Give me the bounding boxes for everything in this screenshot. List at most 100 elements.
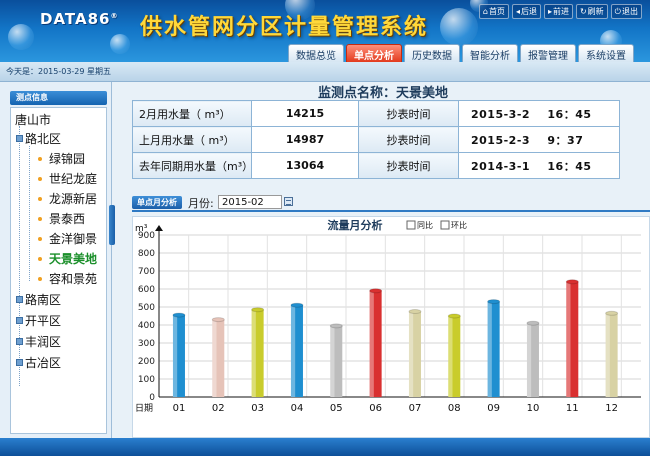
- bar-highlight-07: [408, 311, 414, 397]
- tree-expand-icon: [16, 135, 23, 142]
- tab-data-overview[interactable]: 数据总览: [288, 44, 344, 62]
- table-row: 去年同期用水量（m³） 13064 抄表时间 2014-3-1 16：45: [132, 152, 620, 179]
- tab-smart-analysis[interactable]: 智能分析: [462, 44, 518, 62]
- bar-cap-04: [290, 302, 304, 308]
- tree-node-selected[interactable]: 天景美地: [38, 250, 97, 267]
- tree-node-tangshan[interactable]: 唐山市: [15, 111, 51, 128]
- station-title: 监测点名称：天景美地: [317, 86, 448, 101]
- bubble-decoration: [8, 24, 34, 50]
- time-label: 抄表时间: [358, 100, 459, 127]
- x-tick-label: 09: [487, 403, 500, 414]
- bar-highlight-08: [448, 316, 453, 397]
- bar-highlight-12: [605, 313, 610, 397]
- refresh-link[interactable]: ↻ 刷新: [575, 4, 608, 19]
- back-link[interactable]: ◂ 后退: [511, 4, 541, 19]
- tree-node-point[interactable]: 龙源新居: [38, 190, 97, 207]
- tree-expand-icon: [16, 359, 23, 366]
- x-tick-label: 01: [173, 403, 186, 414]
- x-tick-label: 05: [330, 403, 343, 414]
- tree-node-point[interactable]: 金洋御景: [38, 230, 97, 247]
- read-time: 2014-3-1 16：45: [458, 152, 620, 179]
- chart-checkbox-0: [406, 220, 416, 230]
- tree-node-point[interactable]: 景泰西: [38, 210, 85, 227]
- x-tick-label: 06: [369, 403, 382, 414]
- bar-highlight-06: [369, 290, 374, 397]
- app-footer: [0, 438, 650, 456]
- bar-highlight-05: [330, 325, 335, 397]
- row-label: 上月用水量（ m³）: [132, 126, 252, 153]
- row-value: 14987: [251, 126, 359, 153]
- time-label: 抄表时间: [358, 152, 459, 179]
- tree-node-kaiping[interactable]: 开平区: [16, 312, 61, 329]
- tree-node-fengrun[interactable]: 丰润区: [16, 333, 61, 350]
- flow-chart-panel: 流量月分析 同比 环比 m³ 0 100 200 300 400 500 600 700 800 900 日…: [132, 216, 650, 438]
- tree-node-lunan[interactable]: 路南区: [16, 291, 61, 308]
- tab-history-data[interactable]: 历史数据: [404, 44, 460, 62]
- bullet-icon: [38, 276, 42, 281]
- bar-cap-06: [369, 288, 383, 294]
- app-title: 供水管网分区计量管理系统: [140, 15, 429, 40]
- y-tick-label: 300: [138, 339, 155, 349]
- read-time: 2015-3-2 16：45: [458, 100, 620, 127]
- bar-highlight-11: [566, 281, 571, 397]
- x-tick-label: 07: [409, 403, 422, 414]
- y-tick-label: 100: [138, 375, 155, 385]
- bar-cap-10: [526, 320, 540, 326]
- bullet-icon: [38, 216, 42, 221]
- sidebar-collapse-handle[interactable]: [109, 205, 115, 245]
- current-date: 今天是：2015-03-29 星期五: [6, 67, 112, 76]
- sidebar-title: 测点信息: [10, 91, 107, 105]
- tab-single-point-analysis[interactable]: 单点分析: [346, 44, 402, 62]
- x-tick-label: 02: [212, 403, 225, 414]
- tree-node-point[interactable]: 世纪龙庭: [38, 170, 97, 187]
- bar-highlight-03: [251, 309, 256, 397]
- x-tick-label: 10: [527, 403, 540, 414]
- calendar-icon[interactable]: [284, 197, 293, 206]
- bar-cap-03: [251, 307, 265, 313]
- month-toolbar: 单点月分析 月份: 2015-02: [132, 194, 650, 212]
- tree-node-point[interactable]: 容和景苑: [38, 270, 97, 287]
- home-link[interactable]: ⌂ 首页: [478, 4, 509, 19]
- row-value: 13064: [251, 152, 359, 179]
- tree-node-guye[interactable]: 古冶区: [16, 354, 61, 371]
- bullet-icon: [38, 176, 42, 181]
- bar-cap-08: [447, 313, 461, 319]
- month-label: 月份:: [188, 197, 214, 210]
- chart-checkbox-label-1: 环比: [451, 220, 467, 230]
- bar-cap-05: [329, 323, 343, 329]
- refresh-icon: ↻: [579, 7, 587, 16]
- y-tick-label: 600: [138, 285, 155, 295]
- tree-node-point[interactable]: 绿锦园: [38, 150, 85, 167]
- y-tick-label: 900: [138, 231, 155, 241]
- usage-info-table: 2月用水量（ m³） 14215 抄表时间 2015-3-2 16：45 上月用…: [132, 100, 620, 179]
- bubble-decoration: [440, 8, 478, 46]
- row-value: 14215: [251, 100, 359, 127]
- x-axis-label: 日期: [135, 403, 153, 414]
- tab-alarm-management[interactable]: 报警管理: [520, 44, 576, 62]
- y-tick-label: 200: [138, 357, 155, 367]
- row-label: 2月用水量（ m³）: [132, 100, 252, 127]
- flow-month-chart: 流量月分析 同比 环比m³0100200300400500600700800900日…: [135, 218, 641, 414]
- tree-node-lubei[interactable]: 路北区: [16, 130, 61, 147]
- x-tick-label: 08: [448, 403, 461, 414]
- tab-system-settings[interactable]: 系统设置: [578, 44, 634, 62]
- logout-link[interactable]: ⏻ 退出: [610, 4, 642, 19]
- bullet-icon: [38, 236, 42, 241]
- tab-monthly-analysis[interactable]: 单点月分析: [132, 196, 182, 209]
- read-time: 2015-2-3 9：37: [458, 126, 620, 153]
- bar-cap-09: [487, 299, 501, 305]
- bar-cap-02: [211, 317, 225, 323]
- month-input[interactable]: 2015-02: [218, 195, 282, 209]
- top-links: ⌂ 首页 ◂ 后退 ▸ 前进 ↻ 刷新 ⏻ 退出: [478, 4, 642, 19]
- date-bar: 今天是：2015-03-29 星期五: [0, 62, 650, 82]
- tree-expand-icon: [16, 338, 23, 345]
- station-tree: 唐山市 路北区 绿锦园 世纪龙庭 龙源新居 景泰西 金洋御景 天景美地 容和景苑…: [10, 107, 107, 434]
- x-tick-label: 11: [566, 403, 579, 414]
- bubble-decoration: [110, 34, 130, 54]
- tree-expand-icon: [16, 296, 23, 303]
- y-tick-label: 700: [138, 267, 155, 277]
- bar-cap-07: [408, 309, 422, 314]
- forward-link[interactable]: ▸ 前进: [543, 4, 573, 19]
- bar-highlight-01: [172, 315, 178, 397]
- row-label: 去年同期用水量（m³）: [132, 152, 253, 179]
